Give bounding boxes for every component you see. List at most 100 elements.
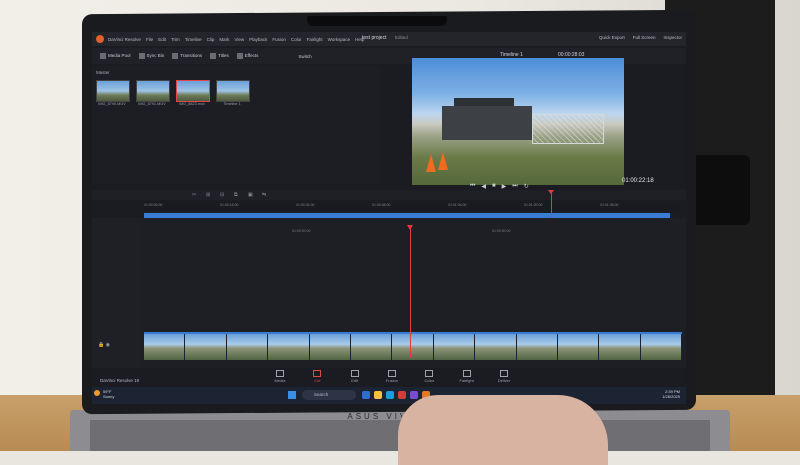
webcam-notch [307,16,447,26]
project-title: test project [362,35,387,41]
video-track-clip[interactable] [144,332,683,360]
go-to-end-icon[interactable]: ⏭ [512,183,517,190]
effects-button[interactable]: Effects [236,53,258,59]
taskbar-search[interactable]: Search [302,390,356,400]
track-controls: 🔒 ◉ [98,342,110,348]
menu-item-app[interactable]: DaVinci Resolve [108,37,141,42]
edit-page-icon [350,370,359,377]
page-tab-color[interactable]: Color [411,370,447,384]
zoom-ruler-tick: 01:00:30:00 [492,229,511,233]
media-page-icon [276,370,284,377]
menu-item-clip[interactable]: Clip [207,37,215,42]
ruler-tick-label: 01:01:20:00 [524,203,543,207]
page-tab-media[interactable]: Media [262,370,298,384]
insert-icon[interactable]: ⊞ [206,192,210,198]
app-icon[interactable] [398,391,406,399]
windows-start-icon[interactable] [288,391,296,399]
clip-frame [516,334,558,360]
file-explorer-icon[interactable] [374,391,382,399]
media-clip-thumbnail[interactable] [96,80,130,102]
track-visibility-icon[interactable]: ◉ [106,342,110,348]
system-clock[interactable]: 2:39 PM 1/28/2025 [662,389,680,399]
menu-item-workspace[interactable]: Workspace [328,37,350,42]
page-tab-edit[interactable]: Edit [337,370,373,384]
play-icon[interactable]: ▶ [502,183,507,190]
ripple-icon[interactable]: ⇆ [262,192,266,198]
traffic-cone [426,154,436,172]
menu-item-mark[interactable]: Mark [219,37,229,42]
timeline-thumbnail[interactable] [216,80,250,102]
transitions-button[interactable]: Transitions [172,53,202,59]
sync-bin-button[interactable]: Sync Bin [138,53,164,59]
menu-item-playback[interactable]: Playback [249,37,267,42]
menu-item-fusion[interactable]: Fusion [272,37,286,42]
menu-item-color[interactable]: Color [291,37,302,42]
overwrite-icon[interactable]: ⊟ [220,192,224,198]
full-screen-button[interactable]: Full Screen [633,35,656,40]
page-navigation: Media Cut Edit Fusion Color Fairlight De… [262,370,522,384]
media-clip-thumbnail[interactable] [136,80,170,102]
titles-icon [210,53,217,59]
cut-page-icon [313,370,322,377]
menu-item-file[interactable]: File [146,37,153,42]
ruler-tick-label: 01:00:32:00 [296,203,315,207]
clip-frame [640,334,683,360]
ruler-tick-label: 01:00:16:00 [220,203,239,207]
page-tab-deliver[interactable]: Deliver [486,370,522,384]
traffic-cone [438,152,448,170]
source-viewer[interactable] [412,58,624,185]
media-clip-label: IMG_8823.mov [179,102,205,106]
lock-track-icon[interactable]: 🔒 [98,342,104,348]
inspector-button[interactable]: Inspector [663,35,682,40]
stop-icon[interactable]: ■ [492,183,496,189]
place-on-top-icon[interactable]: ▣ [248,192,253,198]
menu-item-edit[interactable]: Edit [158,37,166,42]
media-pool-button[interactable]: Media Pool [100,53,131,59]
color-page-icon [425,370,434,377]
fairlight-page-icon [462,370,471,377]
titles-button[interactable]: Titles [210,53,229,59]
clip-frame [144,334,186,360]
menu-item-trim[interactable]: Trim [171,37,180,42]
upper-playhead[interactable] [551,192,552,220]
laptop-screen: DaVinci Resolve File Edit Trim Timeline … [92,32,686,404]
clip-frame [226,334,269,360]
clip-frame [599,334,641,360]
weather-widget[interactable]: 59°F Sunny [103,389,114,399]
task-view-icon[interactable] [362,391,370,399]
ruler-tick-label: 01:00:48:00 [372,203,391,207]
clip-frame [185,334,227,360]
media-clip-thumbnail-selected[interactable] [176,80,210,102]
light-stand-clamp [692,155,750,225]
clip-frame [475,334,517,360]
deliver-page-icon [499,370,508,377]
transitions-icon [172,53,179,59]
ruler-tick-label: 01:00:00:00 [144,203,163,207]
bin-label[interactable]: Master [96,70,110,75]
timeline-toolbar [92,190,686,200]
switch-button[interactable]: Switch [298,54,311,59]
clip-frame [309,334,351,360]
media-clip-label: IMG_8791.MOV [138,102,166,106]
loop-icon[interactable]: ↻ [524,183,529,190]
playhead[interactable] [410,228,411,358]
menu-item-timeline[interactable]: Timeline [185,37,202,42]
app-icon[interactable] [410,391,418,399]
sun-icon [94,390,100,396]
edge-browser-icon[interactable] [386,391,394,399]
clip-frame [350,334,393,360]
page-tab-fusion[interactable]: Fusion [374,370,410,384]
clip-frame [268,334,310,360]
scissors-icon[interactable]: ✂ [192,192,196,198]
append-icon[interactable]: ⧉ [234,192,238,198]
top-right-actions: Quick Export Full Screen Inspector [599,35,682,40]
quick-export-button[interactable]: Quick Export [599,35,625,40]
media-clip-label: Timeline 1 [223,102,241,106]
user-hand [398,395,608,465]
page-tab-fairlight[interactable]: Fairlight [449,370,485,384]
menu-item-fairlight[interactable]: Fairlight [307,37,323,42]
play-reverse-icon[interactable]: ◀ [481,183,486,190]
menu-item-view[interactable]: View [234,37,244,42]
go-to-start-icon[interactable]: ⏮ [470,183,475,190]
page-tab-cut[interactable]: Cut [299,370,335,384]
